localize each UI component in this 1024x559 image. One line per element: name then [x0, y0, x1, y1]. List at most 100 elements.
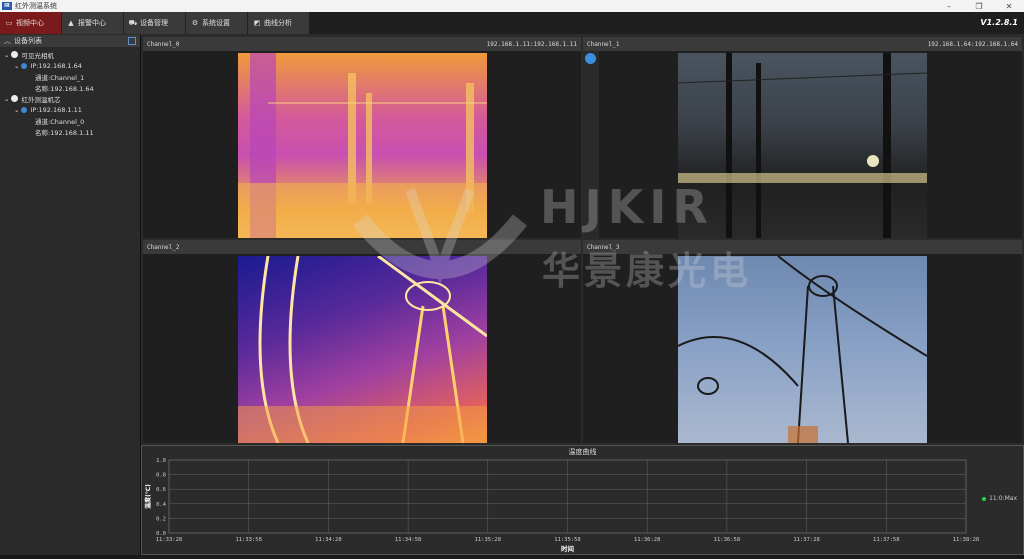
tree-name[interactable]: 名称:192.168.1.11: [0, 126, 140, 137]
device-list-sidebar: ︿ 设备列表 ⌄ 可见光相机 ⌄ IP:192.168.1.64 通道:Chan…: [0, 35, 141, 555]
tree-group-visible-camera[interactable]: ⌄ 可见光相机: [0, 49, 140, 60]
visible-video-feed[interactable]: [677, 255, 928, 444]
tree-group-label: 红外测温机芯: [21, 95, 61, 104]
panel-header: Channel_1 192.168.1.64:192.168.1.64: [583, 37, 1022, 51]
video-panel-channel-3[interactable]: Channel_3: [583, 240, 1022, 444]
tree-device-label: IP:192.168.1.64: [30, 61, 82, 70]
x-tick-label: 11:33:58: [235, 537, 262, 543]
status-bar: [0, 555, 1024, 559]
tree-group-label: 可见光相机: [21, 51, 54, 60]
x-tick-label: 11:35:58: [554, 537, 581, 543]
tree-name-label: 名称:192.168.1.64: [35, 84, 94, 93]
minimize-button[interactable]: –: [934, 0, 964, 12]
panel-channel-name: Channel_1: [587, 40, 620, 48]
legend-swatch: [982, 496, 987, 501]
x-tick-label: 11:36:58: [714, 537, 741, 543]
x-tick-label: 11:34:58: [395, 537, 422, 543]
video-panel-channel-0[interactable]: Channel_0 192.168.1.11:192.168.1.11: [143, 37, 581, 238]
menu-label: 系统设置: [202, 19, 230, 27]
device-icon: ⛟: [128, 18, 138, 27]
video-panel-channel-1[interactable]: Channel_1 192.168.1.64:192.168.1.64: [583, 37, 1022, 238]
panel-ip-info: 192.168.1.64:192.168.1.64: [927, 40, 1018, 48]
panel-header: Channel_3: [583, 240, 1022, 254]
menu-label: 曲线分析: [264, 19, 292, 27]
device-list-header[interactable]: ︿ 设备列表: [0, 35, 140, 47]
thermal-video-feed[interactable]: [238, 254, 488, 444]
window-title: 红外测温系统: [15, 2, 57, 10]
alarm-icon: ▲: [68, 19, 74, 27]
chart-legend[interactable]: 11:0:Max: [982, 495, 1017, 502]
y-tick-label: 0.6: [156, 487, 166, 493]
maximize-button[interactable]: ❐: [964, 0, 994, 12]
camera-group-icon: [11, 51, 19, 58]
x-axis-label: 时间: [561, 544, 575, 553]
y-axis-label: 温度(℃): [144, 484, 152, 509]
y-tick-label: 0.2: [156, 516, 166, 522]
chevron-down-icon[interactable]: ⌄: [14, 106, 19, 114]
x-tick-label: 11:38:28: [953, 537, 980, 543]
x-tick-label: 11:35:28: [475, 537, 502, 543]
tree-device-infrared-core[interactable]: ⌄ IP:192.168.1.11: [0, 104, 140, 115]
panel-channel-name: Channel_0: [147, 40, 180, 48]
device-list-title: 设备列表: [14, 37, 42, 45]
menu-device-management[interactable]: ⛟ 设备管理: [124, 12, 186, 34]
device-tree: ⌄ 可见光相机 ⌄ IP:192.168.1.64 通道:Channel_1 名…: [0, 47, 140, 137]
y-tick-label: 0.8: [156, 473, 166, 479]
video-grid: Channel_0 192.168.1.11:192.168.1.11 Chan…: [141, 35, 1024, 445]
tree-name-label: 名称:192.168.1.11: [35, 128, 94, 137]
ptz-control-icon[interactable]: [585, 53, 596, 64]
app-logo: IR: [2, 2, 12, 10]
substation-scene: [677, 53, 928, 238]
monitor-icon: ▭: [5, 19, 13, 27]
panel-ip-info: 192.168.1.11:192.168.1.11: [486, 40, 577, 48]
tree-channel[interactable]: 通道:Channel_1: [0, 71, 140, 82]
ptz-strip: [583, 51, 599, 238]
tree-device-label: IP:192.168.1.11: [30, 105, 82, 114]
visible-video-feed[interactable]: [677, 53, 928, 238]
expand-icon[interactable]: [128, 37, 136, 45]
menu-video-center[interactable]: ▭ 视频中心: [0, 12, 62, 34]
chart-icon: ◩: [253, 19, 261, 27]
window-controls: – ❐ ✕: [934, 0, 1024, 12]
menu-label: 报警中心: [78, 19, 106, 27]
tree-channel-label: 通道:Channel_0: [35, 117, 85, 126]
menu-label: 设备管理: [140, 19, 168, 27]
tree-channel-label: 通道:Channel_1: [35, 73, 85, 82]
temperature-chart[interactable]: 温度曲线 0.0 0.2 0.4 0.6 0.8 1.0 11:33:28 11:33:58 1…: [141, 445, 1024, 555]
chevron-down-icon[interactable]: ⌄: [14, 62, 19, 70]
menu-label: 视频中心: [16, 19, 44, 27]
x-tick-label: 11:34:28: [315, 537, 342, 543]
menu-system-settings[interactable]: ⚙ 系统设置: [186, 12, 248, 34]
camera-group-icon: [11, 95, 19, 102]
menu-curve-analysis[interactable]: ◩ 曲线分析: [248, 12, 310, 34]
tower-scene: [677, 255, 928, 444]
thermal-scene: [238, 53, 487, 238]
gear-icon: ⚙: [191, 19, 199, 27]
x-tick-label: 11:37:58: [873, 537, 900, 543]
chevron-up-icon[interactable]: ︿: [4, 36, 11, 46]
panel-channel-name: Channel_2: [147, 243, 180, 251]
panel-header: Channel_2: [143, 240, 581, 254]
device-icon: [21, 106, 28, 113]
panel-channel-name: Channel_3: [587, 243, 620, 251]
chart-plot: 0.00.20.40.60.81.011:33:28 11:33:58 11:34:…: [144, 458, 980, 553]
panel-header: Channel_0 192.168.1.11:192.168.1.11: [143, 37, 581, 51]
y-tick-label: 0.4: [156, 502, 167, 508]
tree-device-visible-camera[interactable]: ⌄ IP:192.168.1.64: [0, 60, 140, 71]
x-tick-label: 11:33:28: [156, 537, 183, 543]
close-button[interactable]: ✕: [994, 0, 1024, 12]
tree-group-infrared-core[interactable]: ⌄ 红外测温机芯: [0, 93, 140, 104]
title-bar: IR 红外测温系统 – ❐ ✕: [0, 0, 1024, 12]
menu-alarm-center[interactable]: ▲ 报警中心: [62, 12, 124, 34]
chevron-down-icon[interactable]: ⌄: [4, 95, 9, 103]
version-label: V1.2.8.1: [980, 18, 1018, 27]
tree-name[interactable]: 名称:192.168.1.64: [0, 82, 140, 93]
thermal-tower-scene: [238, 254, 488, 444]
chevron-down-icon[interactable]: ⌄: [4, 51, 9, 59]
thermal-video-feed[interactable]: [238, 53, 487, 238]
y-tick-label: 1.0: [156, 458, 166, 464]
tree-channel[interactable]: 通道:Channel_0: [0, 115, 140, 126]
main-menu: ▭ 视频中心 ▲ 报警中心 ⛟ 设备管理 ⚙ 系统设置 ◩ 曲线分析 V1.2.…: [0, 12, 1024, 34]
video-panel-channel-2[interactable]: Channel_2: [143, 240, 581, 444]
x-tick-label: 11:36:28: [634, 537, 661, 543]
